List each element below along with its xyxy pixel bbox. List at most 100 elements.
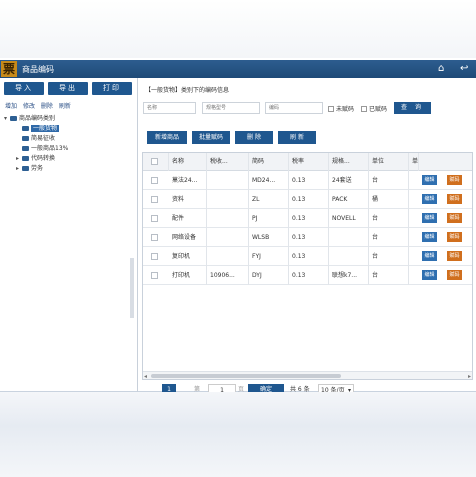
cell-tax: 10906... [207,266,249,285]
print-button[interactable]: 打印 [92,82,132,95]
table-header: 名称 税收... 简码 税率 规格... 单位 单 [143,153,472,171]
cell-spec: 24套送 [329,171,369,190]
name-input[interactable] [147,103,195,113]
cell-unit: 台 [369,247,409,266]
header-unit[interactable]: 单位 [369,153,409,171]
tree-item-general-13[interactable]: 一般商品13% [4,144,136,154]
checkbox-icon[interactable] [361,105,367,112]
tree-root[interactable]: ▾ 商品编码类别 [4,114,136,124]
import-button[interactable]: 导入 [4,82,44,95]
name-filter[interactable] [143,102,196,114]
tree-item-code-conversion[interactable]: ▸ 代码转换 [4,154,136,164]
cell-rate: 0.13 [289,228,329,247]
header-code[interactable]: 简码 [249,153,289,171]
cell-tax [207,190,249,209]
edit-button[interactable]: 编辑 [422,175,437,185]
spec-filter[interactable] [202,102,260,114]
breadcrumb: 【一般货物】类别下的编码信息 [145,87,230,94]
cell-name: 打印机 [169,266,207,285]
tree-add-link[interactable]: 增加 [5,103,17,110]
panel-splitter[interactable] [130,258,134,318]
add-product-button[interactable]: 新增商品 [147,131,187,144]
tree-edit-link[interactable]: 修改 [23,103,35,110]
row-checkbox[interactable] [151,196,158,203]
cell-unit: 桶 [369,190,409,209]
assign-code-button[interactable]: 赋码 [447,232,462,242]
folder-icon [22,146,29,151]
folder-icon [22,156,29,161]
select-all-checkbox[interactable] [151,158,158,165]
cell-name: 网络设备 [169,228,207,247]
table-row[interactable]: 菓法24... MD24... 0.13 24套送 台 编辑 赋码 [143,171,472,190]
export-button[interactable]: 导出 [48,82,88,95]
edit-button[interactable]: 编辑 [422,213,437,223]
batch-code-button[interactable]: 批量赋码 [192,131,230,144]
row-checkbox[interactable] [151,177,158,184]
table-row[interactable]: 打印机 10906... DYJ 0.13 联想k7... 台 编辑 赋码 [143,266,472,285]
folder-icon [22,126,29,131]
row-checkbox[interactable] [151,215,158,222]
header-rate[interactable]: 税率 [289,153,329,171]
table-row[interactable]: 复印机 FYJ 0.13 台 编辑 赋码 [143,247,472,266]
query-button[interactable]: 查 询 [394,102,431,114]
cell-unit: 台 [369,171,409,190]
cell-code: ZL [249,190,289,209]
category-panel: 导入 导出 打印 增加 修改 删除 刷新 ▾ 商品编码类别 一般货物 简易征收 一… [0,78,138,392]
horizontal-scrollbar[interactable]: ◂ ▸ [143,371,472,379]
assign-code-button[interactable]: 赋码 [447,251,462,261]
checkbox-icon[interactable] [328,105,334,112]
tree-item-simple-levy[interactable]: 简易征收 [4,134,136,144]
scroll-right-icon[interactable]: ▸ [468,372,471,379]
row-checkbox[interactable] [151,253,158,260]
unassigned-checkbox[interactable]: 未赋码 [328,104,354,113]
assigned-checkbox[interactable]: 已赋码 [361,104,387,113]
tree-item-general-goods[interactable]: 一般货物 [4,124,136,134]
assign-code-button[interactable]: 赋码 [447,270,462,280]
cell-spec: 联想k7... [329,266,369,285]
cell-tax [207,228,249,247]
header-spec[interactable]: 规格... [329,153,369,171]
home-icon[interactable]: ⌂ [438,62,444,76]
folder-icon [22,136,29,141]
code-filter[interactable] [265,102,323,114]
header-name[interactable]: 名称 [169,153,207,171]
unassigned-label: 未赋码 [336,106,355,113]
category-tree: ▾ 商品编码类别 一般货物 简易征收 一般商品13% ▸ 代码转换 ▸ 劳务 [4,114,136,174]
edit-button[interactable]: 编辑 [422,194,437,204]
header-tax[interactable]: 税收... [207,153,249,171]
tree-refresh-link[interactable]: 刷新 [59,103,71,110]
cell-tax [207,209,249,228]
table-row[interactable]: 配件 PJ 0.13 NOVELL 台 编辑 赋码 [143,209,472,228]
refresh-button[interactable]: 刷 新 [278,131,316,144]
cell-name: 菓法24... [169,171,207,190]
cell-code: WLSB [249,228,289,247]
header-select [143,153,169,171]
spec-input[interactable] [206,103,259,113]
code-input[interactable] [269,103,322,113]
table-row[interactable]: 资料 ZL 0.13 PACK 桶 编辑 赋码 [143,190,472,209]
row-checkbox[interactable] [151,234,158,241]
cell-code: MD24... [249,171,289,190]
assign-code-button[interactable]: 赋码 [447,175,462,185]
header-extra[interactable]: 单 [409,153,419,171]
edit-button[interactable]: 编辑 [422,251,437,261]
cell-tax [207,171,249,190]
cell-rate: 0.13 [289,190,329,209]
back-icon[interactable]: ↩ [460,62,468,76]
scroll-left-icon[interactable]: ◂ [144,372,147,379]
edit-button[interactable]: 编辑 [422,232,437,242]
delete-button[interactable]: 删 除 [235,131,273,144]
tree-item-label: 代码转换 [31,155,56,162]
assign-code-button[interactable]: 赋码 [447,213,462,223]
cell-code: PJ [249,209,289,228]
tree-delete-link[interactable]: 删除 [41,103,53,110]
tree-item-services[interactable]: ▸ 劳务 [4,164,136,174]
cell-code: DYJ [249,266,289,285]
assign-code-button[interactable]: 赋码 [447,194,462,204]
row-checkbox[interactable] [151,272,158,279]
tree-item-label: 一般货物 [31,125,60,132]
edit-button[interactable]: 编辑 [422,270,437,280]
table-row[interactable]: 网络设备 WLSB 0.13 台 编辑 赋码 [143,228,472,247]
tree-item-label: 简易征收 [31,135,56,142]
scrollbar-thumb[interactable] [151,374,341,378]
